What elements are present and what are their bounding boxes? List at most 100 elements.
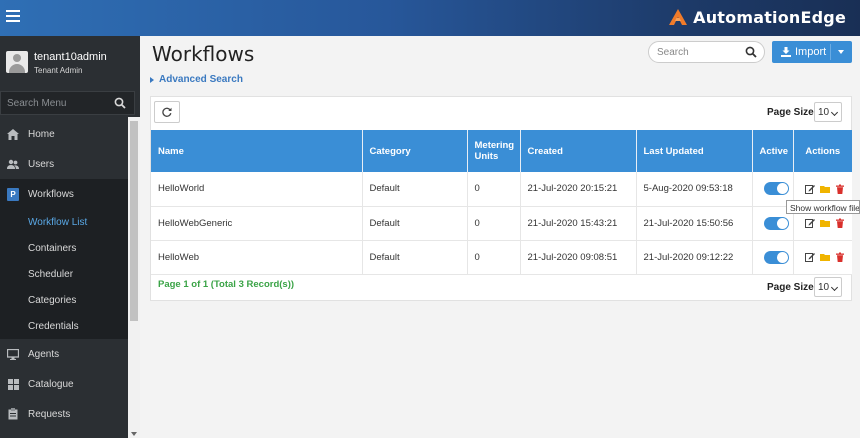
column-header-actions: Actions xyxy=(793,130,852,172)
page-size-label-top: Page Size xyxy=(767,107,814,118)
advanced-search-link[interactable]: Advanced Search xyxy=(150,74,243,85)
page-size-select-top[interactable]: 10 xyxy=(814,102,842,122)
edit-icon[interactable] xyxy=(804,184,815,194)
column-header-active: Active xyxy=(752,130,794,172)
sidebar-item-home[interactable]: Home xyxy=(0,119,128,149)
monitor-icon xyxy=(7,348,19,360)
import-button[interactable]: Import xyxy=(772,41,852,63)
cell-metering-units: 0 xyxy=(467,206,521,241)
cell-category: Default xyxy=(362,206,468,241)
page-size-value: 10 xyxy=(818,106,830,118)
caret-right-icon xyxy=(150,76,154,83)
column-header-category[interactable]: Category xyxy=(362,130,468,172)
search-icon[interactable] xyxy=(745,46,757,58)
user-role: Tenant Admin xyxy=(34,66,83,75)
users-icon xyxy=(7,158,19,170)
sidebar-subitem-containers[interactable]: Containers xyxy=(0,235,128,261)
workflow-search-input[interactable] xyxy=(649,42,744,62)
import-dropdown-caret-icon[interactable] xyxy=(838,50,844,54)
pagination-summary: Page 1 of 1 (Total 3 Record(s)) xyxy=(158,279,295,290)
page-size-label-bottom: Page Size xyxy=(767,282,814,293)
cell-last-updated: 21-Jul-2020 09:12:22 xyxy=(636,240,753,275)
workflow-table: Name Category Metering Units Created Las… xyxy=(151,130,852,275)
sidebar-item-requests[interactable]: Requests xyxy=(0,399,128,429)
cell-category: Default xyxy=(362,172,468,207)
edit-icon[interactable] xyxy=(804,218,815,228)
import-button-label: Import xyxy=(795,46,827,58)
sidebar-scrollbar[interactable] xyxy=(128,117,140,438)
sidebar-subitem-categories[interactable]: Categories xyxy=(0,287,128,313)
table-header-row: Name Category Metering Units Created Las… xyxy=(151,130,852,172)
sidebar-item-catalogue[interactable]: Catalogue xyxy=(0,369,128,399)
cell-created: 21-Jul-2020 09:08:51 xyxy=(520,240,637,275)
sidebar-subitem-workflow-list[interactable]: Workflow List xyxy=(0,209,128,235)
sidebar: tenant10admin Tenant Admin Home Users P … xyxy=(0,36,140,438)
sidebar-item-label: Agents xyxy=(28,348,60,360)
folder-icon[interactable] xyxy=(819,218,830,228)
table-row: HelloWebGeneric Default 0 21-Jul-2020 15… xyxy=(151,206,852,241)
cell-created: 21-Jul-2020 15:43:21 xyxy=(520,206,637,241)
active-toggle[interactable] xyxy=(763,250,789,264)
user-profile[interactable]: tenant10admin Tenant Admin xyxy=(0,36,128,89)
cell-created: 21-Jul-2020 20:15:21 xyxy=(520,172,637,207)
sidebar-item-users[interactable]: Users xyxy=(0,149,128,179)
cell-name: HelloWebGeneric xyxy=(151,206,363,241)
workflow-table-panel: Page Size 10 Name Category Metering Unit… xyxy=(150,96,852,301)
page-size-select-bottom[interactable]: 10 xyxy=(814,277,842,297)
folder-icon[interactable] xyxy=(819,184,830,194)
delete-icon[interactable] xyxy=(835,252,845,262)
workflows-submenu: Workflow List Containers Scheduler Categ… xyxy=(0,209,128,339)
search-menu-input[interactable] xyxy=(1,92,109,114)
main-content: Workflows Import Advanced Search Page Si… xyxy=(140,36,860,438)
scroll-down-arrow-icon[interactable] xyxy=(131,432,137,436)
sidebar-subitem-credentials[interactable]: Credentials xyxy=(0,313,128,339)
sidebar-item-label: Catalogue xyxy=(28,378,74,390)
workflow-search-box xyxy=(648,41,765,63)
delete-icon[interactable] xyxy=(835,218,845,228)
avatar xyxy=(6,51,28,73)
table-row: HelloWeb Default 0 21-Jul-2020 09:08:51 … xyxy=(151,240,852,275)
automationedge-logo-icon xyxy=(669,9,688,25)
edit-icon[interactable] xyxy=(804,252,815,262)
chevron-down-icon xyxy=(830,283,839,292)
download-icon xyxy=(781,47,791,57)
page-title: Workflows xyxy=(152,42,255,66)
cell-name: HelloWeb xyxy=(151,240,363,275)
cell-active xyxy=(752,240,794,275)
cell-metering-units: 0 xyxy=(467,172,521,207)
active-toggle[interactable] xyxy=(763,216,789,230)
sidebar-item-workflows[interactable]: P Workflows xyxy=(0,179,128,209)
table-row: HelloWorld Default 0 21-Jul-2020 20:15:2… xyxy=(151,172,852,207)
home-icon xyxy=(7,128,19,140)
brand-logo: AutomationEdge xyxy=(667,5,846,29)
sidebar-subitem-scheduler[interactable]: Scheduler xyxy=(0,261,128,287)
chevron-down-icon xyxy=(830,108,839,117)
column-header-metering-units[interactable]: Metering Units xyxy=(467,130,521,172)
brand-name: AutomationEdge xyxy=(693,7,846,27)
delete-icon[interactable] xyxy=(835,184,845,194)
column-header-last-updated[interactable]: Last Updated xyxy=(636,130,753,172)
active-toggle[interactable] xyxy=(763,182,789,196)
cell-category: Default xyxy=(362,240,468,275)
column-header-name[interactable]: Name xyxy=(151,130,363,172)
grid-icon xyxy=(7,378,19,390)
sidebar-item-label: Workflows xyxy=(28,188,74,200)
column-header-created[interactable]: Created xyxy=(520,130,637,172)
sidebar-item-label: Home xyxy=(28,128,55,140)
sidebar-item-label: Requests xyxy=(28,408,71,420)
cell-actions xyxy=(793,240,852,275)
cell-name: HelloWorld xyxy=(151,172,363,207)
cell-last-updated: 5-Aug-2020 09:53:18 xyxy=(636,172,753,207)
tooltip-show-workflow-files: Show workflow files xyxy=(786,200,860,214)
search-icon[interactable] xyxy=(114,97,126,109)
folder-icon[interactable] xyxy=(819,252,830,262)
button-divider xyxy=(830,44,831,60)
page-size-value: 10 xyxy=(818,281,830,293)
scrollbar-thumb[interactable] xyxy=(130,121,138,321)
sidebar-item-agents[interactable]: Agents xyxy=(0,339,128,369)
sidebar-nav: Home Users P Workflows Workflow List Con… xyxy=(0,119,128,429)
refresh-button[interactable] xyxy=(154,101,180,123)
hamburger-menu-icon[interactable] xyxy=(6,10,20,24)
advanced-search-label: Advanced Search xyxy=(159,74,243,85)
clipboard-icon xyxy=(7,408,19,420)
